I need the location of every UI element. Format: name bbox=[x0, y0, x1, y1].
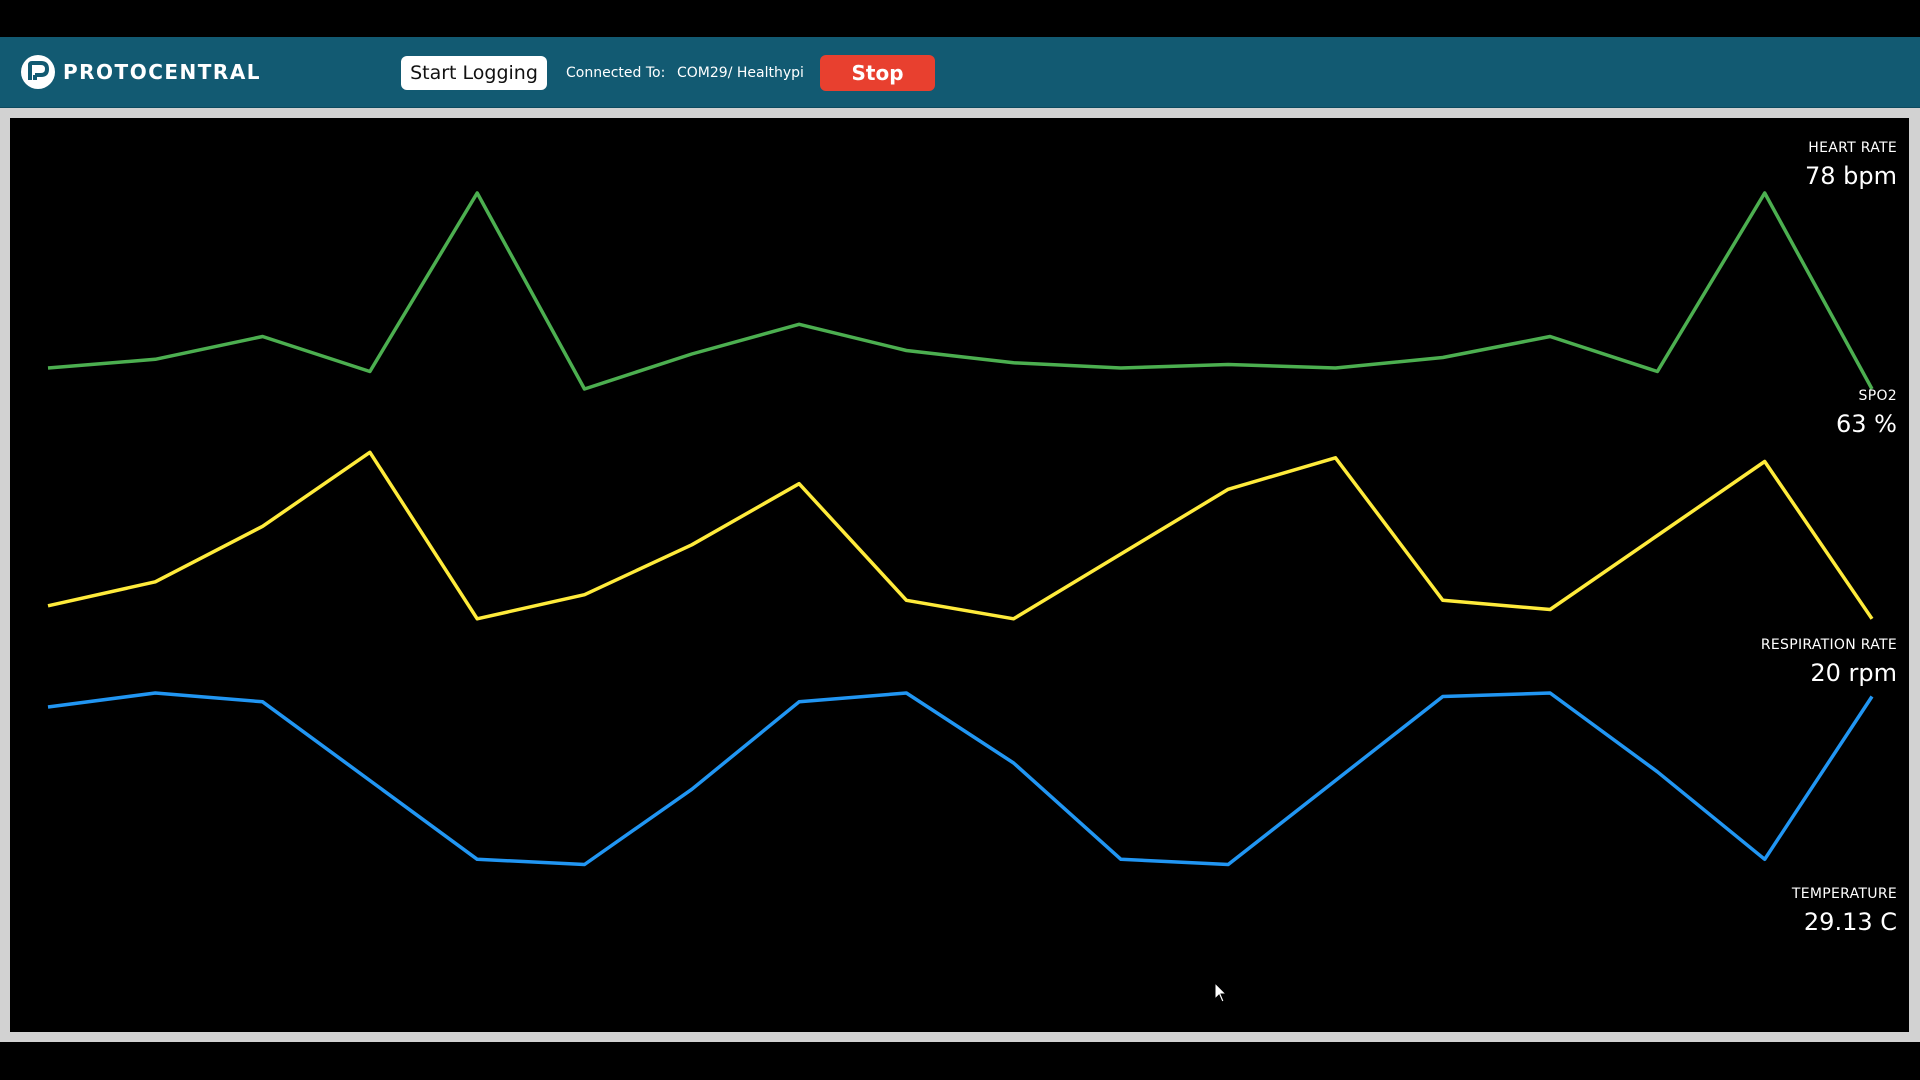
mouse-pointer-icon bbox=[1214, 982, 1228, 1003]
heart-rate-value: 78 bpm bbox=[1804, 162, 1897, 190]
temperature-readout: TEMPERATURE 29.13 C bbox=[1792, 886, 1897, 936]
protocentral-logo-icon bbox=[21, 55, 55, 89]
plot-area: HEART RATE 78 bpm SPO2 63 % RESPIRATION … bbox=[10, 118, 1909, 1032]
waveform-canvas bbox=[47, 191, 1874, 867]
spo2-readout: SPO2 63 % bbox=[1836, 388, 1897, 438]
spo2-value: 63 % bbox=[1836, 410, 1897, 438]
respiration-waveform-line bbox=[47, 691, 1874, 867]
ppg-waveform-line bbox=[47, 450, 1874, 621]
spo2-label: SPO2 bbox=[1858, 388, 1897, 404]
heart-rate-readout: HEART RATE 78 bpm bbox=[1805, 140, 1897, 190]
brand-logo: PROTOCENTRAL bbox=[19, 52, 261, 92]
top-bar: PROTOCENTRAL Start Logging Connected To:… bbox=[0, 37, 1920, 108]
temperature-label: TEMPERATURE bbox=[1791, 886, 1897, 902]
respiration-value: 20 rpm bbox=[1810, 659, 1897, 687]
start-logging-button[interactable]: Start Logging bbox=[401, 56, 547, 90]
heart-rate-label: HEART RATE bbox=[1808, 140, 1897, 156]
stop-button[interactable]: Stop bbox=[820, 55, 935, 91]
brand-name: PROTOCENTRAL bbox=[63, 60, 262, 84]
ecg-waveform-line bbox=[47, 191, 1874, 391]
temperature-value: 29.13 C bbox=[1803, 908, 1897, 936]
connected-to-label: Connected To: bbox=[566, 65, 666, 81]
connected-port-value: COM29/ Healthypi bbox=[677, 65, 804, 81]
respiration-label: RESPIRATION RATE bbox=[1760, 637, 1897, 653]
respiration-readout: RESPIRATION RATE 20 rpm bbox=[1761, 637, 1897, 687]
